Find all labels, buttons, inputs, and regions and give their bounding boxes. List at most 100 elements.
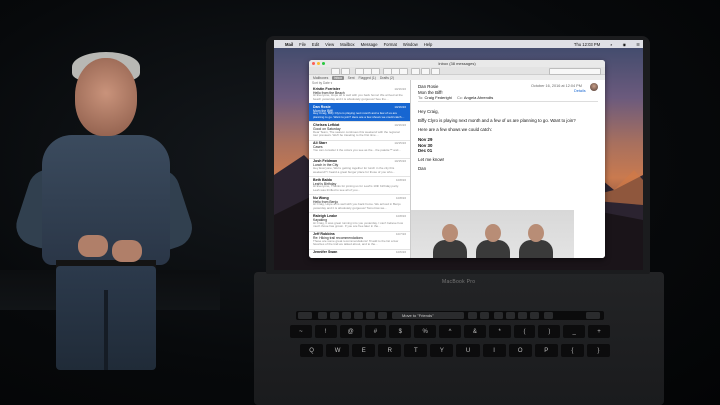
notification-center-icon[interactable]: ☰ [636,42,640,47]
key[interactable]: { [560,344,584,357]
key[interactable]: ! [314,325,337,338]
touchbar-archive-key[interactable] [366,312,375,319]
key[interactable]: } [586,344,610,357]
message-row[interactable]: Beth Baldo 10/8/16 Leah's Birthday Hi Ev… [309,176,410,196]
menu-window[interactable]: Window [403,42,418,47]
key[interactable]: ^ [439,325,461,338]
touchbar-reply-all-key[interactable] [342,312,351,319]
get-mail-button[interactable] [331,68,340,75]
menu-message[interactable]: Message [361,42,378,47]
key[interactable]: # [364,325,387,338]
key[interactable]: I [482,344,506,357]
minimize-button[interactable] [317,62,320,65]
touch-bar[interactable]: Move to "Friends" [296,311,604,320]
favorite-sent[interactable]: Sent [348,76,355,80]
key[interactable]: W [326,344,350,357]
key[interactable]: ) [538,325,561,338]
sender-name: Dan Rosie [418,84,439,89]
menu-view[interactable]: View [325,42,334,47]
menu-mailbox[interactable]: Mailbox [340,42,354,47]
message-row[interactable]: Josh Feldman 10/15/16 Lunch in the City … [309,158,410,177]
message-row[interactable]: Chelsea Lefkiat 10/16/16 Good on Saturda… [309,121,410,141]
message-row-selected[interactable]: Dan Rosie 10/16/16 Mom the Biff! Hey Cra… [309,103,410,123]
key[interactable]: Q [300,344,324,357]
favorite-flagged[interactable]: Flagged (1) [359,76,376,80]
favorite-inbox[interactable]: Inbox [332,75,344,80]
touchbar-forward-key[interactable] [354,312,363,319]
menu-help[interactable]: Help [424,42,433,47]
spotlight-icon[interactable]: ⌕ [610,42,612,47]
menu-edit[interactable]: Edit [312,42,319,47]
key[interactable]: U [456,344,480,357]
key[interactable]: P [534,344,558,357]
favorite-drafts[interactable]: Drafts (2) [380,76,394,80]
key[interactable]: T [404,344,428,357]
message-preview: Hi Craig, It was great running into you … [313,221,404,229]
details-link[interactable]: Details [574,89,586,93]
laptop-base [254,272,664,405]
message-date: 10/16/16 [394,104,406,109]
mail-window: Inbox (38 messages) Mailboxes Inbox Sent… [309,60,605,258]
menu-format[interactable]: Format [384,42,397,47]
message-preview: You can consider it the colors you see a… [313,148,402,152]
menu-app-mail[interactable]: Mail [285,42,293,47]
message-row[interactable]: Kristin Forrister 10/16/16 Hello from th… [309,85,410,105]
message-row[interactable]: Ali Starr 10/15/16 Cases You can conside… [309,140,410,159]
touchbar-reply-key[interactable] [330,312,339,319]
touch-id-button[interactable] [586,312,600,319]
message-row[interactable]: Raleigh Leake 10/8/16 Kayaking Hi Craig,… [309,212,410,232]
presenter-leg-gap [104,290,108,370]
close-button[interactable] [312,62,315,65]
message-preview: Dear Team, The season continues this wee… [313,130,400,138]
key[interactable]: E [352,344,376,357]
flag-button[interactable] [411,68,420,75]
key[interactable]: ( [513,325,536,338]
touchbar-flag-key[interactable] [480,312,489,319]
menubar-status-area: Thu 12:03 PM ⌕ ◉ ☰ [568,40,640,48]
clock[interactable]: Thu 12:03 PM [574,42,600,47]
junk-button[interactable] [371,68,380,75]
key[interactable]: * [488,325,511,338]
touchbar-compose-key[interactable] [318,312,327,319]
cc-recipient[interactable]: Angela Ahrendts [464,95,493,100]
show-date[interactable]: Dec 01 [418,148,432,153]
touchbar-siri-key[interactable] [544,312,553,319]
siri-icon[interactable]: ◉ [623,42,627,47]
key[interactable]: & [463,325,486,338]
favorite-mailboxes[interactable]: Mailboxes [313,76,328,80]
touchbar-trash-key[interactable] [378,312,387,319]
touchbar-chevron-key[interactable] [494,312,503,319]
touchbar-move-key[interactable] [468,312,477,319]
move-button[interactable] [431,68,440,75]
key[interactable]: _ [563,325,586,338]
touchbar-move-suggestion[interactable]: Move to "Friends" [392,312,464,319]
window-title: Inbox (38 messages) [438,61,476,66]
message-date: 10/16/16 [394,86,406,91]
touchbar-volume-key[interactable] [518,312,527,319]
to-recipient[interactable]: Craig Federighi [424,95,451,100]
key[interactable]: O [508,344,532,357]
search-input[interactable] [549,68,601,75]
mute-button[interactable] [421,68,430,75]
key[interactable]: @ [339,325,362,338]
key[interactable]: R [378,344,402,357]
body-line: Let me know! [418,157,445,162]
touchbar-esc-key[interactable] [298,312,312,319]
message-row[interactable]: Jeff Robbins 10/7/16 Re: Hiking trail re… [309,231,410,250]
zoom-button[interactable] [322,62,325,65]
compose-button[interactable] [341,68,350,75]
show-date[interactable]: Nov 29 [418,137,432,142]
forward-button[interactable] [399,68,408,75]
touchbar-brightness-key[interactable] [506,312,515,319]
key[interactable]: + [588,325,610,338]
key[interactable]: Y [430,344,454,357]
message-row[interactable]: Nu Wong 10/8/16 Hello from Benjo Hi Crai… [309,194,410,214]
key[interactable]: ~ [290,325,312,338]
touchbar-mute-key[interactable] [530,312,539,319]
key[interactable]: $ [389,325,412,338]
message-row[interactable]: Jennifer Swan 10/6/16 [309,249,410,258]
menu-file[interactable]: File [299,42,306,47]
attached-band-photo[interactable] [411,210,574,258]
key[interactable]: % [414,325,437,338]
show-date[interactable]: Nov 30 [418,143,432,148]
